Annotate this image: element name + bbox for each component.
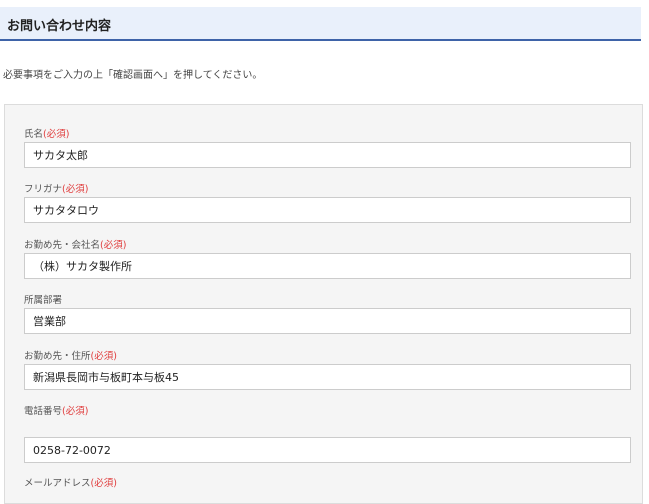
name-label: 氏名(必須) (24, 126, 69, 140)
required-mark: (必須) (62, 184, 89, 195)
company-label-text: お勤め先・会社名 (24, 240, 101, 251)
phone-label-text: 電話番号 (24, 406, 63, 417)
email-label-text: メールアドレス (24, 478, 91, 489)
contact-form: 氏名(必須) フリガナ(必須) お勤め先・会社名(必須) 所属部署 お勤め先・住… (4, 104, 643, 504)
address-label-text: お勤め先・住所 (24, 351, 91, 362)
furigana-label: フリガナ(必須) (24, 181, 88, 195)
required-mark: (必須) (90, 351, 117, 362)
section-title: お問い合わせ内容 (7, 19, 112, 34)
company-input[interactable] (24, 253, 631, 279)
department-input[interactable] (24, 308, 631, 334)
name-input[interactable] (24, 142, 631, 168)
furigana-input[interactable] (24, 197, 631, 223)
name-label-text: 氏名 (24, 129, 44, 140)
required-mark: (必須) (100, 240, 127, 251)
department-label-text: 所属部署 (24, 295, 63, 306)
required-mark: (必須) (90, 478, 117, 489)
phone-input[interactable] (24, 437, 631, 463)
required-mark: (必須) (43, 129, 70, 140)
furigana-label-text: フリガナ (24, 184, 63, 195)
address-label: お勤め先・住所(必須) (24, 348, 117, 362)
address-input[interactable] (24, 364, 631, 390)
company-label: お勤め先・会社名(必須) (24, 237, 126, 251)
instruction-text: 必要事項をご入力の上「確認画面へ」を押してください。 (3, 70, 263, 81)
email-label: メールアドレス(必須) (24, 475, 117, 489)
required-mark: (必須) (62, 406, 89, 417)
department-label: 所属部署 (24, 292, 62, 306)
section-header: お問い合わせ内容 (0, 7, 641, 41)
phone-label: 電話番号(必須) (24, 403, 88, 417)
